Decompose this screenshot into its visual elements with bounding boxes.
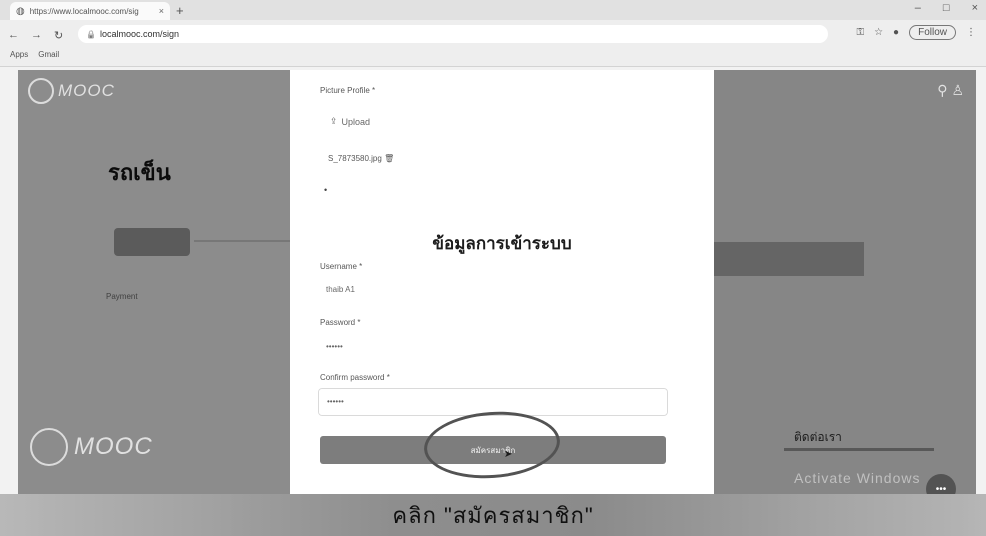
address-bar-row: ← → ↻ 🔒 localmooc.com/sign ⚿ ☆ ● Follow …	[0, 22, 986, 48]
contact-title: ติดต่อเรา	[794, 430, 842, 444]
profile-icon[interactable]: ●	[893, 27, 899, 38]
logo-emblem-icon	[30, 428, 68, 466]
confirm-password-label: Confirm password *	[320, 373, 390, 382]
uploaded-file: S_7873580.jpg 🗑	[328, 154, 394, 163]
highlight-bar	[714, 242, 864, 276]
logo-text: MOOC	[74, 433, 153, 460]
footer-logo: MOOC	[30, 428, 153, 466]
upload-label: Upload	[341, 116, 371, 127]
bookmark-apps[interactable]: Apps	[10, 50, 28, 59]
bookmarks-bar: Apps Gmail	[10, 50, 59, 59]
picture-profile-label: Picture Profile *	[320, 86, 376, 95]
activate-windows-watermark: Activate Windows	[794, 470, 921, 486]
star-icon[interactable]: ☆	[874, 27, 883, 38]
url-text: localmooc.com/sign	[99, 29, 179, 39]
right-panel-background: ⚲ ♙ ติดต่อเรา	[714, 70, 976, 500]
upload-icon: ⇪	[330, 116, 338, 126]
cart-item-thumbnail	[114, 228, 190, 256]
close-window-button[interactable]: ×	[972, 2, 978, 14]
menu-icon[interactable]: ⋮	[966, 27, 976, 38]
tutorial-caption: คลิก "สมัครสมาชิก"	[0, 494, 986, 536]
browser-chrome: ◍ https://www.localmooc.com/sig × + – □ …	[0, 0, 986, 67]
bookmark-gmail[interactable]: Gmail	[38, 50, 59, 59]
user-icons[interactable]: ⚲ ♙	[937, 82, 964, 99]
upload-button[interactable]: ⇪ Upload	[330, 116, 370, 127]
browser-tab[interactable]: ◍ https://www.localmooc.com/sig ×	[10, 2, 170, 20]
minimize-button[interactable]: –	[915, 2, 921, 14]
address-bar[interactable]: 🔒 localmooc.com/sign	[78, 25, 828, 43]
logo-text: MOOC	[58, 81, 115, 100]
tab-title: https://www.localmooc.com/sig	[29, 6, 139, 16]
back-icon[interactable]: ←	[8, 29, 19, 42]
cart-title: รถเข็น	[108, 160, 171, 185]
username-label: Username *	[320, 262, 363, 271]
lock-icon: 🔒	[86, 29, 96, 39]
new-tab-button[interactable]: +	[176, 3, 184, 18]
password-input[interactable]: ••••••	[326, 342, 343, 351]
globe-icon: ◍	[16, 5, 25, 17]
tab-bar: ◍ https://www.localmooc.com/sig × + – □ …	[0, 0, 986, 20]
delete-file-icon[interactable]: 🗑	[384, 154, 394, 163]
nav-buttons: ← → ↻	[8, 29, 63, 42]
mouse-cursor-icon: ➤	[504, 449, 513, 460]
cart-panel-background: MOOC รถเข็น Payment MOOC	[18, 70, 290, 500]
maximize-button[interactable]: □	[943, 2, 950, 14]
browser-actions: ⚿ ☆ ● Follow ⋮	[856, 25, 976, 40]
divider	[194, 240, 290, 242]
key-icon[interactable]: ⚿	[856, 27, 864, 38]
payment-link[interactable]: Payment	[106, 292, 138, 301]
window-controls: – □ ×	[915, 2, 978, 14]
login-info-heading: ข้อมูลการเข้าระบบ	[432, 234, 572, 253]
contact-text	[784, 448, 934, 451]
follow-button[interactable]: Follow	[909, 25, 956, 40]
confirm-password-input[interactable]: ••••••	[327, 397, 344, 406]
tab-close-icon[interactable]: ×	[159, 6, 164, 16]
forward-icon[interactable]: →	[31, 29, 42, 42]
username-input[interactable]: thaib A1	[326, 285, 355, 294]
logo-emblem-icon	[28, 78, 54, 104]
reload-icon[interactable]: ↻	[54, 29, 63, 42]
bullet: •	[324, 185, 328, 195]
site-logo[interactable]: MOOC	[28, 78, 115, 104]
filename-text: S_7873580.jpg	[328, 154, 382, 163]
password-label: Password *	[320, 318, 361, 327]
